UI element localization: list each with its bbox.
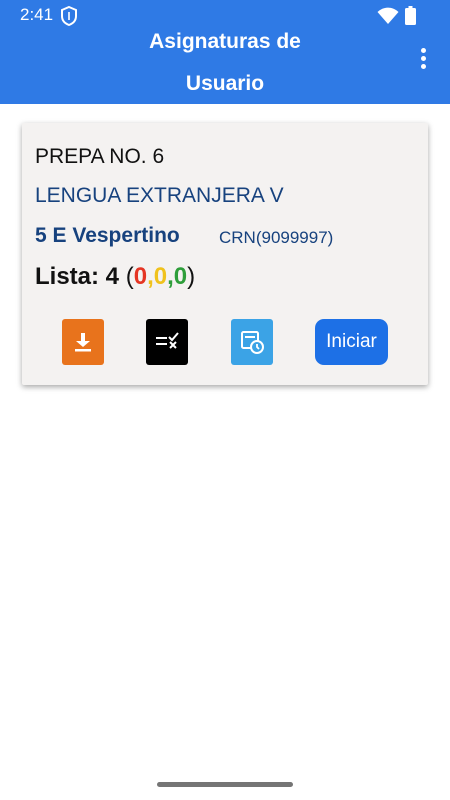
download-button[interactable] (62, 319, 104, 365)
page-title: Asignaturas de Usuario (110, 21, 340, 105)
list-check-icon (156, 332, 179, 349)
count-yellow: 0 (153, 263, 168, 290)
status-time: 2:41 (20, 5, 54, 24)
app-bar: 2:41 Asignaturas de Usuario (0, 0, 450, 104)
paren-open: ( (125, 263, 134, 290)
crn-code: CRN(9099997) (219, 228, 334, 247)
group-name: 5 E Vespertino (35, 224, 180, 247)
lista-label: Lista: 4 (35, 263, 126, 290)
comma-1: , (147, 263, 154, 290)
wifi-icon (377, 7, 399, 24)
school-name: PREPA NO. 6 (35, 145, 165, 168)
subject-card[interactable]: PREPA NO. 6 LENGUA EXTRANJERA V 5 E Vesp… (22, 123, 428, 385)
shield-icon (61, 6, 77, 26)
course-name: LENGUA EXTRANJERA V (35, 184, 284, 207)
more-vert-icon[interactable] (412, 48, 434, 74)
paren-close: ) (187, 263, 196, 290)
history-button[interactable] (231, 319, 273, 365)
count-red: 0 (133, 263, 148, 290)
count-green: 0 (173, 263, 188, 290)
start-button[interactable]: Iniciar (315, 319, 388, 365)
download-icon (75, 333, 91, 352)
page-title-line1: Asignaturas de (149, 30, 301, 53)
lista-summary: Lista: 4 (0,0,0) (35, 263, 195, 291)
comma-2: , (167, 263, 174, 290)
gesture-nav-bar[interactable] (157, 782, 293, 787)
page-title-line2: Usuario (185, 72, 265, 95)
attendance-list-button[interactable] (146, 319, 188, 365)
history-icon (241, 331, 264, 354)
battery-icon (405, 6, 416, 25)
